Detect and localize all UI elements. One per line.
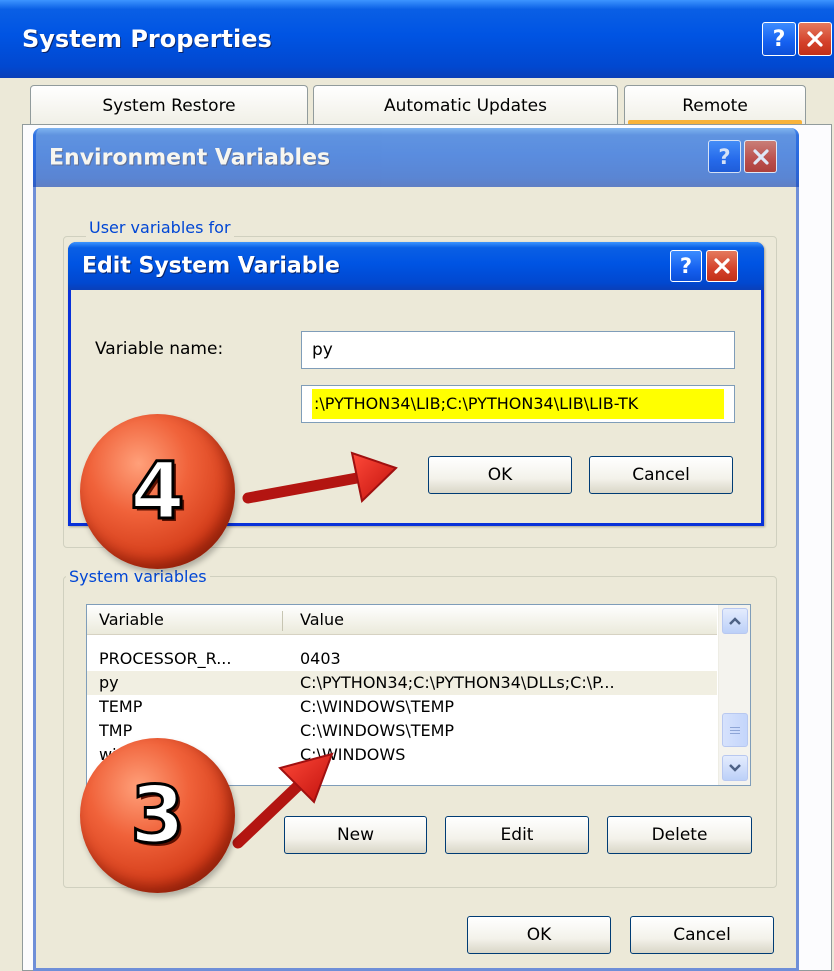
step-badge-3: 3 xyxy=(80,738,235,893)
step-badge-4: 4 xyxy=(80,414,235,569)
red-arrow-step3 xyxy=(232,752,334,849)
red-arrow-step4 xyxy=(242,451,398,504)
step-number: 4 xyxy=(129,445,186,538)
step-number: 3 xyxy=(129,769,186,862)
